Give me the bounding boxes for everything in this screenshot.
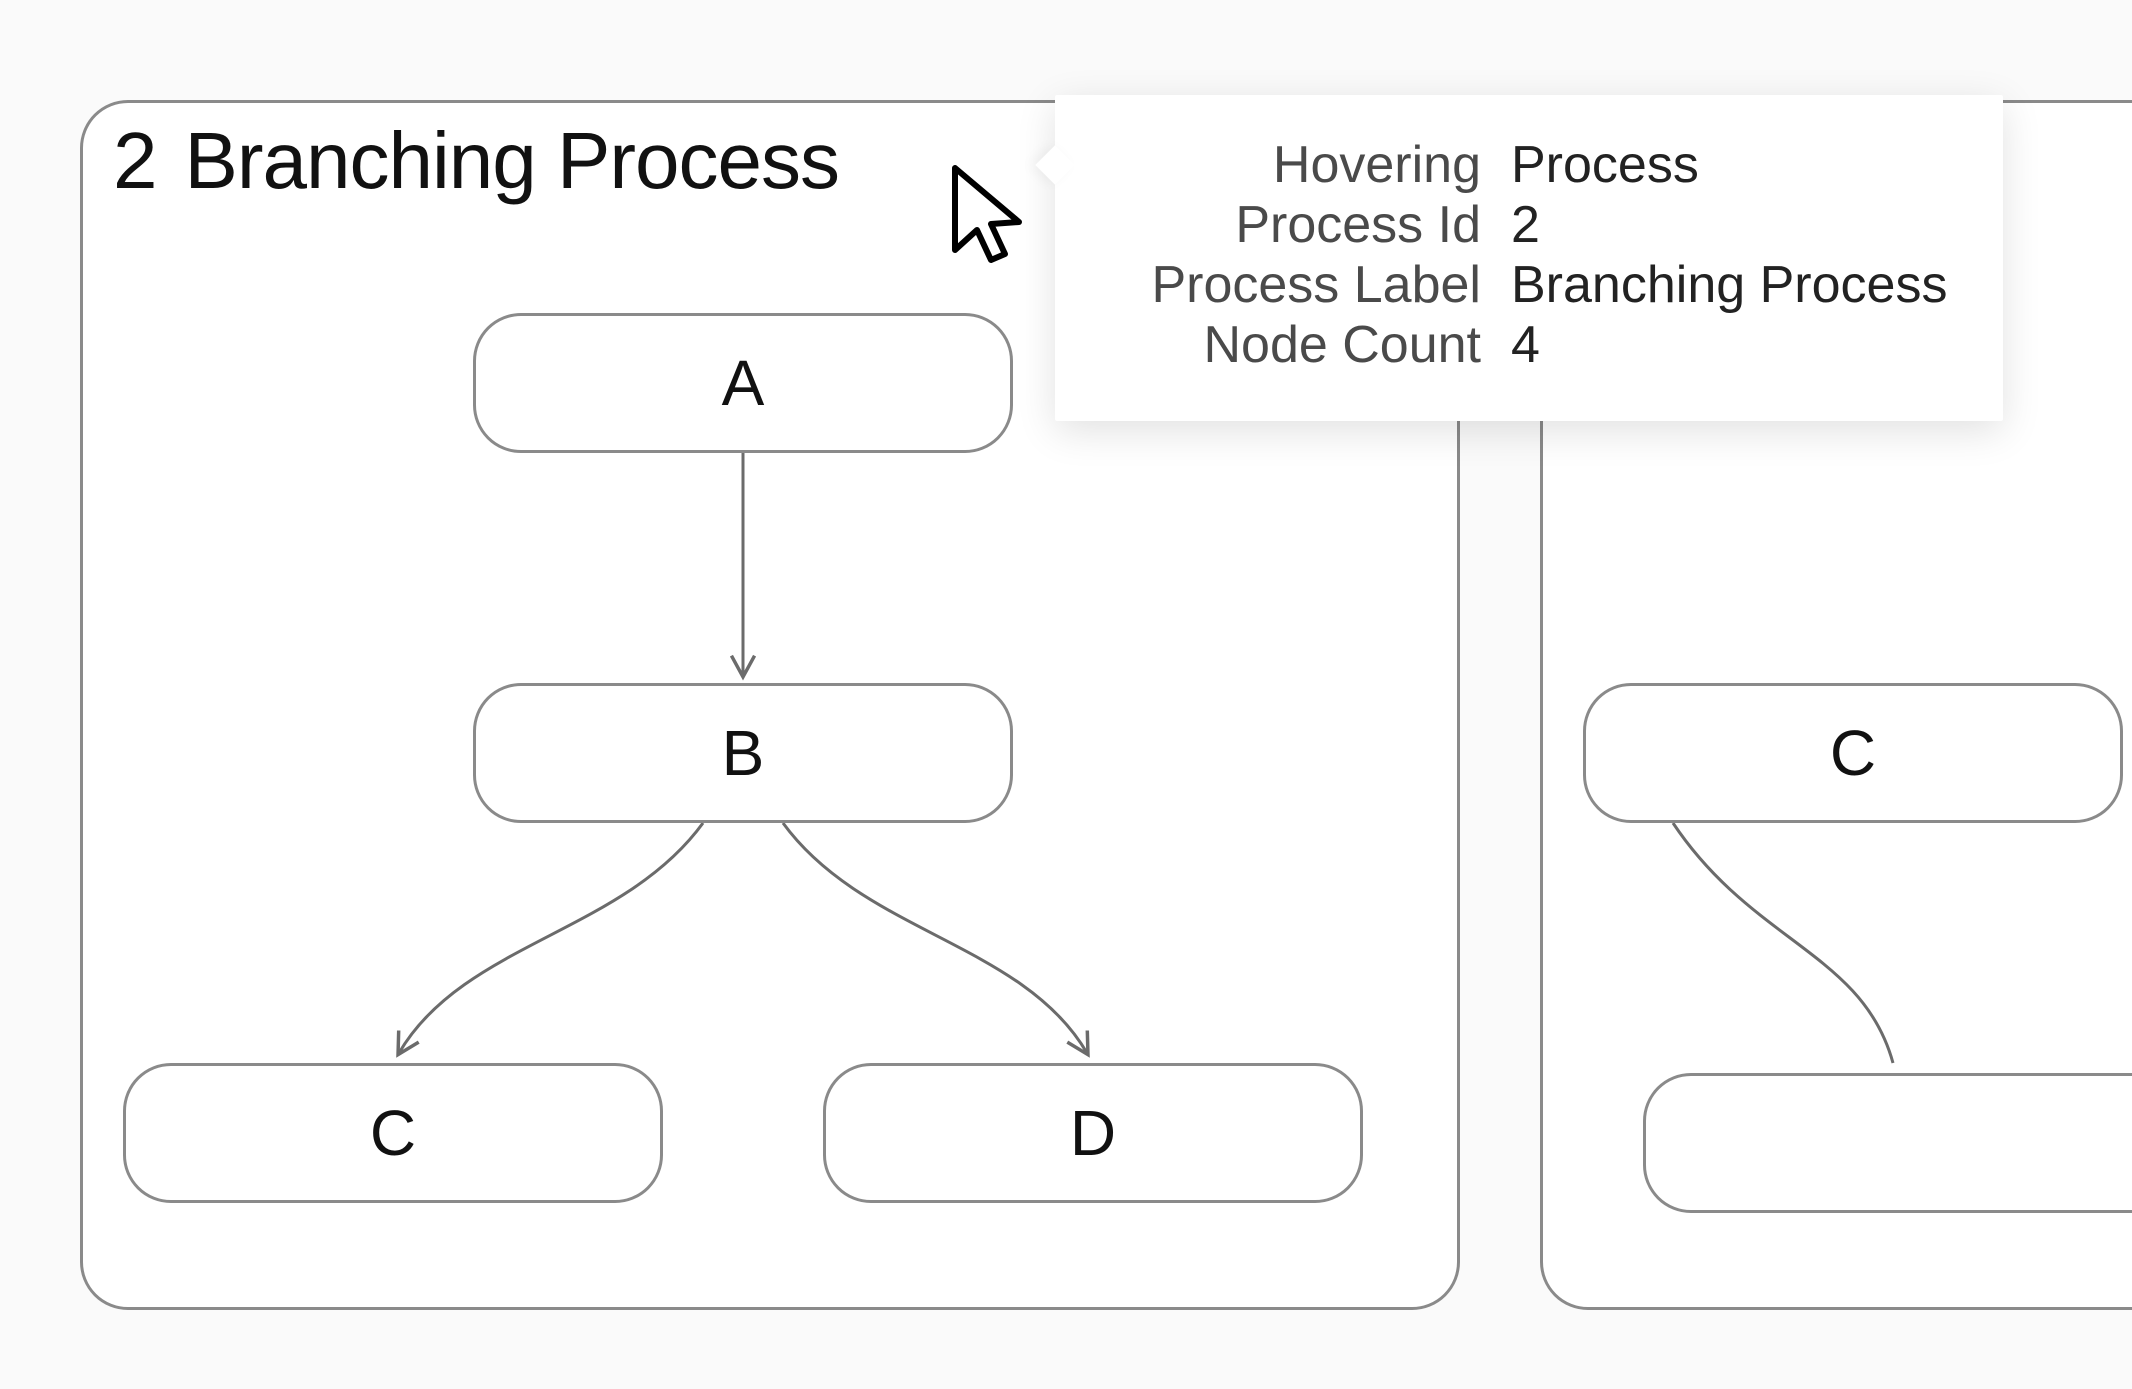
node-d[interactable]: D <box>823 1063 1363 1203</box>
tooltip-val: Branching Process <box>1511 255 1947 315</box>
tooltip-key: Process Label <box>1111 255 1481 315</box>
node-peek-lower[interactable] <box>1643 1073 2132 1213</box>
node-label: B <box>722 716 765 790</box>
node-label: C <box>370 1096 416 1170</box>
tooltip-row: Hovering Process <box>1111 135 1947 195</box>
tooltip-key: Process Id <box>1111 195 1481 255</box>
node-b[interactable]: B <box>473 683 1013 823</box>
tooltip-row: Process Label Branching Process <box>1111 255 1947 315</box>
tooltip-key: Hovering <box>1111 135 1481 195</box>
tooltip-row: Process Id 2 <box>1111 195 1947 255</box>
node-c[interactable]: C <box>123 1063 663 1203</box>
process-name-label: Branching Process <box>185 121 839 201</box>
node-label: A <box>722 346 765 420</box>
tooltip-row: Node Count 4 <box>1111 315 1947 375</box>
tooltip-val: 2 <box>1511 195 1540 255</box>
node-label: C <box>1830 716 1876 790</box>
node-c-peek[interactable]: C <box>1583 683 2123 823</box>
hover-tooltip: Hovering Process Process Id 2 Process La… <box>1055 95 2003 421</box>
process-title: 2 Branching Process <box>113 121 839 201</box>
process-id-label: 2 <box>113 121 157 201</box>
diagram-canvas[interactable]: 2 Branching Process A B C <box>0 0 2132 1389</box>
node-a[interactable]: A <box>473 313 1013 453</box>
node-label: D <box>1070 1096 1116 1170</box>
tooltip-key: Node Count <box>1111 315 1481 375</box>
tooltip-val: 4 <box>1511 315 1540 375</box>
tooltip-val: Process <box>1511 135 1699 195</box>
